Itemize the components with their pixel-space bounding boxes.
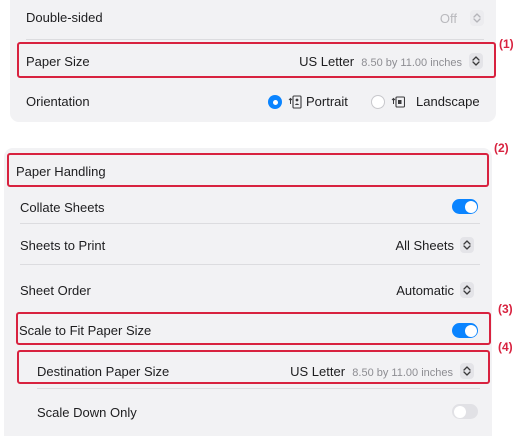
sheet-order-label: Sheet Order bbox=[20, 283, 91, 298]
callout-2: (2) bbox=[494, 141, 509, 155]
chevron-up-down-icon[interactable] bbox=[470, 10, 484, 26]
collate-sheets-toggle[interactable] bbox=[452, 199, 478, 214]
divider bbox=[37, 388, 480, 389]
callout-4: (4) bbox=[498, 340, 513, 354]
divider bbox=[20, 223, 480, 224]
sheets-to-print-label: Sheets to Print bbox=[20, 238, 106, 253]
callout-3: (3) bbox=[498, 302, 513, 316]
scale-down-only-toggle[interactable] bbox=[452, 404, 478, 419]
highlight-box-1 bbox=[17, 42, 496, 78]
double-sided-label: Double-sided bbox=[26, 10, 103, 25]
portrait-orientation-icon bbox=[288, 95, 302, 109]
portrait-label[interactable]: Portrait bbox=[306, 94, 348, 109]
scale-down-only-label: Scale Down Only bbox=[37, 405, 137, 420]
sheet-order-popup[interactable]: Automatic bbox=[396, 283, 454, 298]
highlight-box-4 bbox=[17, 350, 490, 384]
landscape-label[interactable]: Landscape bbox=[416, 94, 480, 109]
collate-sheets-label: Collate Sheets bbox=[20, 200, 105, 215]
portrait-radio[interactable] bbox=[268, 95, 282, 109]
chevron-up-down-icon[interactable] bbox=[460, 282, 474, 298]
highlight-box-2 bbox=[7, 153, 489, 187]
landscape-radio[interactable] bbox=[371, 95, 385, 109]
highlight-box-3 bbox=[16, 312, 491, 345]
double-sided-value[interactable]: Off bbox=[440, 11, 457, 26]
orientation-label: Orientation bbox=[26, 94, 90, 109]
chevron-up-down-icon[interactable] bbox=[460, 237, 474, 253]
divider bbox=[26, 39, 484, 40]
callout-1: (1) bbox=[499, 37, 514, 51]
landscape-orientation-icon bbox=[391, 96, 405, 108]
divider bbox=[20, 264, 480, 265]
sheets-to-print-popup[interactable]: All Sheets bbox=[395, 238, 454, 253]
